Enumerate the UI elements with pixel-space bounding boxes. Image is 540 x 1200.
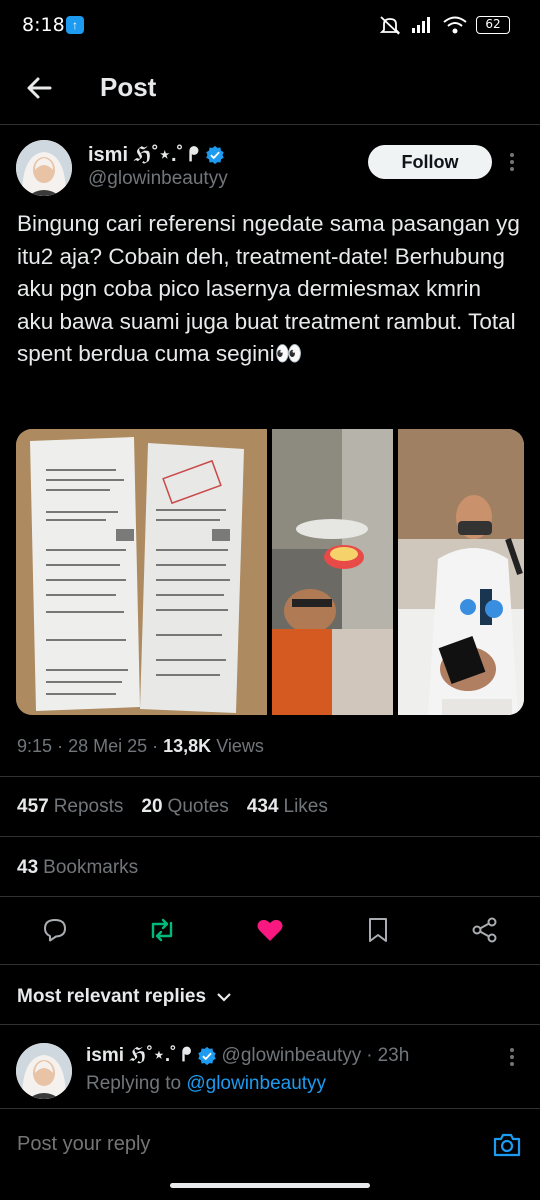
bookmarks-label: Bookmarks [43,857,139,878]
meta-divider [0,776,540,777]
heart-icon [257,919,283,941]
follow-button[interactable]: Follow [368,145,492,179]
reply-separator: · [366,1044,373,1066]
post-time: 9:15 [17,736,53,756]
reply-composer [0,1108,540,1178]
avatar-image [16,140,72,196]
replies-sort-dropdown[interactable]: Most relevant replies [17,986,232,1008]
header-divider [0,124,540,125]
media-treatment-photo-2[interactable] [398,429,524,715]
views-count: 13,8K [163,736,212,756]
post-action-bar [0,914,540,950]
laser-treatment-image [398,429,524,715]
actions-divider [0,964,540,965]
reply-input[interactable] [17,1133,282,1156]
verified-badge-icon [197,1046,216,1065]
engagement-stats: 457 Reposts 20 Quotes 434 Likes [17,796,328,818]
page-title: Post [100,72,157,102]
replies-sort-label: Most relevant replies [17,986,207,1007]
status-icons: 62 [378,15,510,35]
replying-to-handle[interactable]: @glowinbeautyy [186,1073,326,1094]
more-vertical-icon [510,153,514,171]
likes-stat[interactable]: 434 Likes [247,796,328,818]
media-receipts-photo[interactable] [16,429,267,715]
bookmarks-stat[interactable]: 43 Bookmarks [17,857,138,879]
reposts-stat[interactable]: 457 Reposts [17,796,123,818]
mute-icon [379,16,401,35]
more-options-button[interactable] [504,150,520,174]
like-button[interactable] [255,914,285,946]
reply-more-options-button[interactable] [505,1046,519,1068]
post-meta: 9:15 · 28 Mei 25 · 13,8K Views [17,736,264,756]
camera-icon [493,1133,521,1157]
author-handle[interactable]: @glowinbeautyy [88,168,228,190]
reply-header: ismi ℌ˚⋆.˚ ᖰ @glowinbeautyy · 23h [86,1044,409,1067]
hair-treatment-image [272,429,393,715]
reply-avatar-image [16,1043,72,1099]
top-app-bar: Post [0,60,540,116]
views-label[interactable]: Views [216,736,264,756]
replying-to-line: Replying to @glowinbeautyy [86,1073,326,1095]
camera-button[interactable] [492,1131,522,1159]
reply-author-handle[interactable]: @glowinbeautyy [222,1045,362,1067]
post-date: 28 Mei 25 [68,736,148,756]
replying-prefix: Replying to [86,1073,182,1094]
post-text: Bingung cari referensi ngedate sama pasa… [17,211,520,366]
more-vertical-icon [510,1048,514,1066]
likes-count: 434 [246,796,279,817]
share-button[interactable] [470,914,500,946]
reply-button[interactable] [40,914,70,946]
bookmarks-count: 43 [17,857,39,878]
home-indicator[interactable] [170,1183,370,1188]
stats-divider [0,836,540,837]
share-icon [472,917,497,943]
repost-icon [151,918,173,942]
arrow-left-icon [27,77,52,99]
upload-notification-icon: ↑ [66,16,84,34]
chevron-down-icon [217,993,231,1002]
bookmark-icon [369,918,387,942]
verified-badge-icon [206,145,224,164]
author-name[interactable]: ismi ℌ˚⋆.˚ ᖰ [88,142,225,167]
quotes-count: 20 [141,796,163,817]
reply-avatar[interactable] [16,1043,72,1099]
wifi-icon [443,16,467,34]
reply-author-name[interactable]: ismi ℌ˚⋆.˚ ᖰ [86,1044,192,1067]
post-media-grid [16,429,524,715]
back-button[interactable] [20,68,60,108]
bookmarks-divider [0,896,540,897]
author-avatar[interactable] [16,140,72,196]
reply-age: 23h [377,1044,410,1066]
battery-indicator: 62 [476,16,510,34]
media-treatment-photo-1[interactable] [272,429,393,715]
quotes-label: Quotes [167,796,229,817]
bookmark-button[interactable] [363,914,393,946]
reply-icon [44,919,66,942]
repost-button[interactable] [147,914,177,946]
likes-label: Likes [283,796,328,817]
status-time: 8:18 [22,14,65,36]
reposts-label: Reposts [53,796,124,817]
signal-icon [412,17,430,33]
receipts-image [16,429,267,715]
sort-divider [0,1024,540,1025]
quotes-stat[interactable]: 20 Quotes [141,796,228,818]
reposts-count: 457 [17,796,49,817]
author-name-text: ismi ℌ˚⋆.˚ ᖰ [88,144,200,166]
status-bar: 8:18 ↑ 62 [0,0,540,52]
